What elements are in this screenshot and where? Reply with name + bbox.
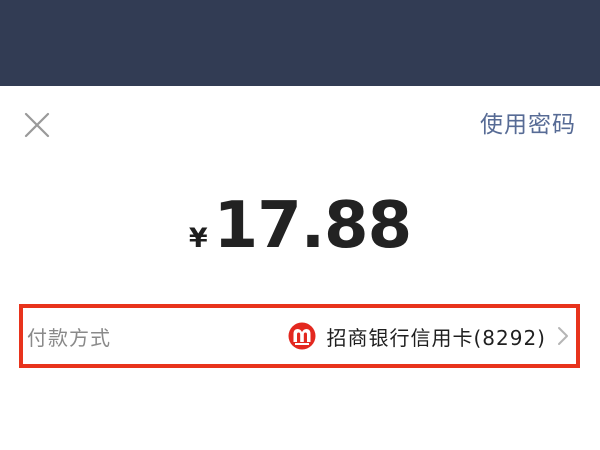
top-bar-backdrop	[0, 0, 600, 86]
currency-symbol: ¥	[188, 223, 208, 254]
cmb-bank-logo-icon	[288, 322, 316, 350]
close-icon	[24, 112, 50, 138]
payment-sheet: 使用密码 ¥17.88 付款方式 招商银行信用卡(8292)	[0, 86, 600, 450]
use-password-link[interactable]: 使用密码	[480, 110, 576, 140]
close-button[interactable]	[24, 112, 50, 138]
chevron-right-icon	[556, 325, 570, 347]
payment-amount: ¥17.88	[0, 186, 600, 266]
payment-method-selection: 招商银行信用卡(8292)	[288, 322, 570, 351]
payment-method-row[interactable]: 付款方式 招商银行信用卡(8292)	[23, 308, 576, 364]
bank-card-name: 招商银行信用卡(8292)	[326, 325, 546, 350]
payment-method-label: 付款方式	[27, 325, 111, 350]
amount-value: 17.88	[213, 189, 412, 263]
